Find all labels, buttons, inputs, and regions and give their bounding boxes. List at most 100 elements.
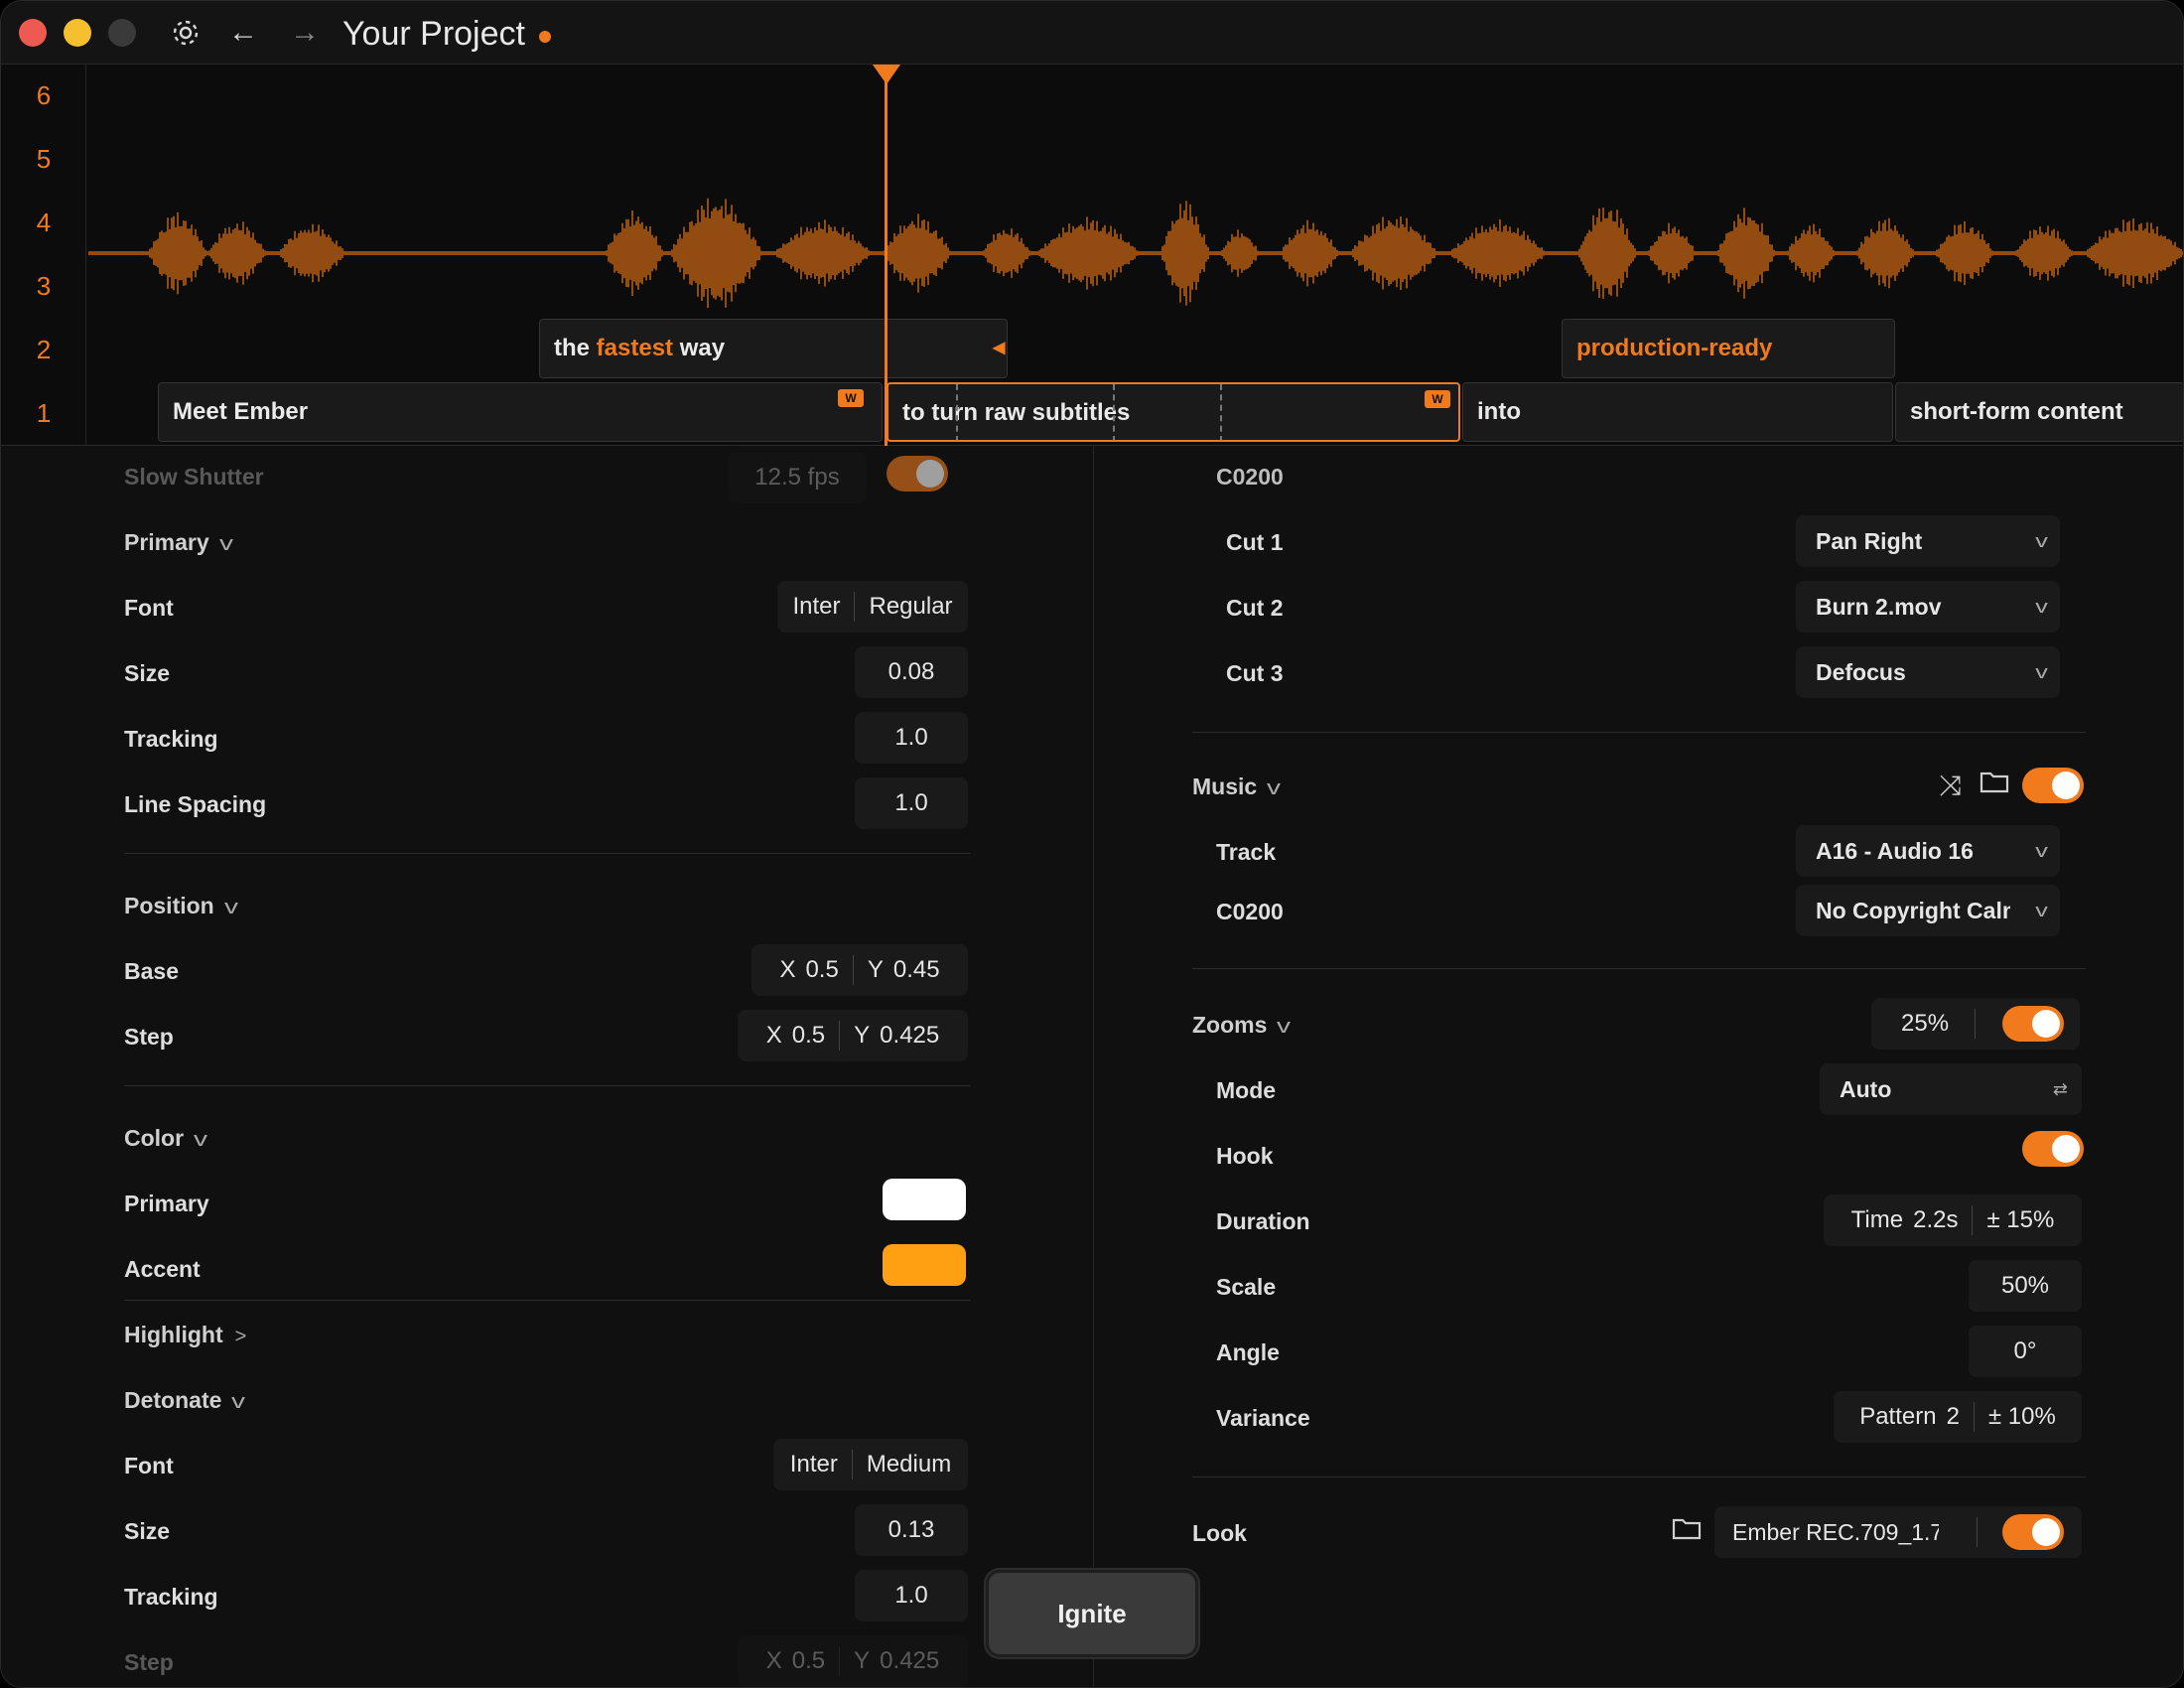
chevron-down-icon: v	[223, 897, 238, 918]
highlight-section-header[interactable]: Highlight >	[124, 1322, 246, 1348]
zooms-toggle[interactable]	[2002, 1006, 2064, 1042]
title-bar: ← → Your Project	[1, 1, 2183, 65]
clip-text: Meet Ember	[173, 398, 309, 425]
subtitle-clip-selected[interactable]: to turn raw subtitles W	[887, 382, 1460, 442]
swap-arrows-icon: ⇄	[2052, 1079, 2068, 1099]
folder-icon[interactable]	[1669, 1514, 1705, 1550]
scale-input[interactable]: 50%	[1969, 1260, 2082, 1312]
detonate-step-field[interactable]: X 0.5 Y 0.425	[738, 1635, 968, 1687]
close-window-button[interactable]	[19, 19, 47, 47]
step-label: Step	[124, 1024, 174, 1050]
detonate-size-label: Size	[124, 1518, 171, 1544]
waveform-path	[88, 198, 2183, 309]
playhead-handle[interactable]	[873, 65, 900, 84]
clip-text: the	[554, 335, 597, 361]
zooms-section-header[interactable]: Zooms v	[1192, 1012, 1292, 1039]
music-toggle[interactable]	[2022, 768, 2084, 803]
hook-label: Hook	[1216, 1143, 1274, 1169]
detonate-section-header[interactable]: Detonate v	[124, 1387, 246, 1414]
music-section-header[interactable]: Music v	[1192, 774, 1281, 800]
settings-gear-icon[interactable]	[166, 13, 205, 53]
clip-accent-word: production-ready	[1576, 335, 1773, 361]
color-section-header[interactable]: Color v	[124, 1125, 207, 1152]
music-track-label: Track	[1216, 839, 1277, 865]
ignite-button[interactable]: Ignite	[986, 1570, 1198, 1657]
timeline[interactable]: 6 5 4 3 2 1 the fastest way ◀ production…	[1, 65, 2184, 446]
chevron-down-icon: v	[2035, 841, 2048, 861]
clip-text: short-form content	[1910, 398, 2123, 425]
minimize-window-button[interactable]	[64, 19, 91, 47]
word-badge: W	[1425, 390, 1450, 408]
slow-shutter-toggle[interactable]	[887, 456, 948, 492]
subtitle-clip[interactable]: into	[1462, 382, 1893, 442]
zoom-window-button[interactable]	[108, 19, 136, 47]
cut-2-dropdown[interactable]: Burn 2.mov v	[1796, 581, 2060, 633]
subtitle-clip[interactable]: Meet Ember W	[158, 382, 883, 442]
angle-label: Angle	[1216, 1339, 1280, 1365]
playhead[interactable]	[885, 65, 887, 446]
primary-size-input[interactable]: 0.08	[855, 646, 968, 698]
subtitle-clip[interactable]: production-ready	[1562, 319, 1895, 378]
detonate-font-field[interactable]: Inter Medium	[773, 1439, 968, 1490]
detonate-font-label: Font	[124, 1453, 174, 1478]
music-clip-dropdown[interactable]: No Copyright Calm v	[1796, 885, 2060, 936]
chevron-down-icon: v	[1277, 1016, 1292, 1038]
music-track-dropdown[interactable]: A16 - Audio 16 v	[1796, 825, 2060, 877]
trim-handle-icon[interactable]: ◀	[993, 320, 1005, 377]
base-position-field[interactable]: X 0.5 Y 0.45	[751, 944, 968, 996]
position-section-header[interactable]: Position v	[124, 893, 238, 919]
step-position-field[interactable]: X 0.5 Y 0.425	[738, 1010, 968, 1061]
scale-label: Scale	[1216, 1274, 1277, 1300]
cut-1-dropdown[interactable]: Pan Right v	[1796, 515, 2060, 567]
word-divider	[956, 384, 958, 440]
detonate-tracking-input[interactable]: 1.0	[855, 1570, 968, 1621]
subtitle-clip[interactable]: the fastest way ◀	[539, 319, 1008, 378]
primary-line-spacing-input[interactable]: 1.0	[855, 777, 968, 829]
duration-field[interactable]: Time 2.2s ± 15%	[1824, 1195, 2082, 1246]
angle-input[interactable]: 0°	[1969, 1326, 2082, 1377]
subtitle-clip[interactable]: short-form content	[1895, 382, 2183, 442]
primary-font-field[interactable]: Inter Regular	[777, 581, 968, 633]
cut-3-dropdown[interactable]: Defocus v	[1796, 646, 2060, 698]
track-number: 2	[36, 335, 52, 364]
primary-tracking-input[interactable]: 1.0	[855, 712, 968, 764]
cut-label: Cut 2	[1226, 595, 1284, 621]
size-label: Size	[124, 660, 171, 686]
forward-arrow-icon[interactable]: →	[285, 13, 325, 53]
slow-shutter-fps[interactable]: 12.5 fps	[728, 452, 867, 503]
variance-label: Variance	[1216, 1405, 1310, 1431]
hook-toggle[interactable]	[2022, 1131, 2084, 1167]
look-toggle[interactable]	[2002, 1514, 2064, 1550]
chevron-down-icon: v	[2035, 597, 2048, 617]
word-badge: W	[838, 389, 864, 407]
line-spacing-label: Line Spacing	[124, 791, 267, 817]
panel-divider	[1093, 446, 1094, 1687]
back-arrow-icon[interactable]: ←	[223, 13, 263, 53]
project-title: Your Project	[342, 15, 525, 53]
word-divider	[1113, 384, 1115, 440]
clip-text: into	[1477, 398, 1521, 425]
primary-section-header[interactable]: Primary v	[124, 529, 233, 556]
shuffle-icon[interactable]: ⤨	[1933, 768, 1969, 803]
primary-color-swatch[interactable]	[883, 1179, 966, 1220]
chevron-down-icon: v	[2035, 531, 2048, 551]
variance-field[interactable]: Pattern 2 ± 10%	[1834, 1391, 2082, 1443]
zoom-mode-label: Mode	[1216, 1077, 1277, 1103]
unsaved-indicator	[539, 31, 551, 43]
duration-label: Duration	[1216, 1208, 1310, 1234]
primary-color-label: Primary	[124, 1191, 209, 1216]
track-number: 4	[36, 208, 52, 237]
accent-color-swatch[interactable]	[883, 1244, 966, 1286]
audio-waveform[interactable]	[88, 184, 2184, 323]
detonate-tracking-label: Tracking	[124, 1584, 218, 1610]
divider	[124, 1085, 970, 1086]
chevron-down-icon: v	[2035, 662, 2048, 682]
chevron-down-icon: v	[231, 1391, 246, 1413]
word-divider	[1220, 384, 1222, 440]
zoom-mode-selector[interactable]: Auto ⇄	[1820, 1063, 2082, 1115]
divider	[124, 853, 970, 854]
tracking-label: Tracking	[124, 726, 218, 752]
detonate-size-input[interactable]: 0.13	[855, 1504, 968, 1556]
folder-icon[interactable]	[1977, 768, 2012, 803]
track-number-column: 6 5 4 3 2 1	[1, 65, 86, 446]
